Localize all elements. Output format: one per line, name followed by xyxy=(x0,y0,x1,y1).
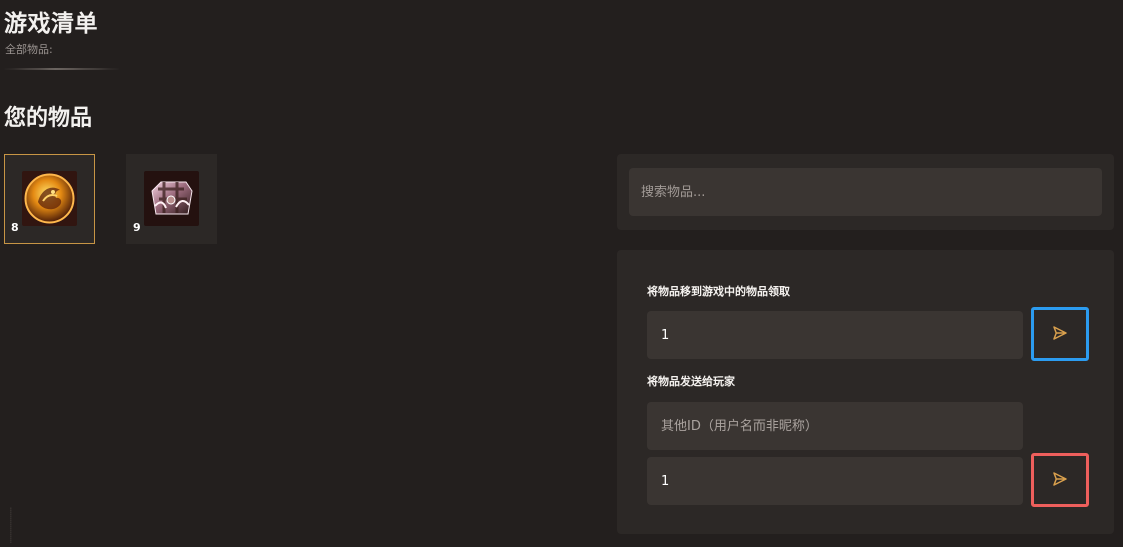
inventory-slot-chest[interactable]: 9 xyxy=(126,154,217,244)
header-divider xyxy=(4,68,119,70)
gold-dragon-medallion-icon xyxy=(22,171,77,226)
search-panel xyxy=(617,154,1114,230)
move-to-game-send-button[interactable] xyxy=(1031,307,1089,361)
player-id-input[interactable] xyxy=(647,402,1023,450)
transfer-panel: 将物品移到游戏中的物品领取 将物品发送给玩家 xyxy=(617,250,1114,534)
move-to-game-label: 将物品移到游戏中的物品领取 xyxy=(647,285,790,298)
your-items-heading: 您的物品 xyxy=(4,106,93,131)
send-icon xyxy=(1051,470,1069,491)
ornate-chest-icon xyxy=(144,171,199,226)
page-title: 游戏清单 xyxy=(4,11,98,37)
send-to-player-button[interactable] xyxy=(1031,453,1089,507)
item-count: 9 xyxy=(133,221,141,234)
inventory-slot-medallion[interactable]: 8 xyxy=(4,154,95,244)
page-subtitle: 全部物品: xyxy=(5,43,53,56)
send-quantity-input[interactable] xyxy=(647,457,1023,505)
send-icon xyxy=(1051,324,1069,345)
inventory-page: 游戏清单 全部物品: 您的物品 8 9 搜索物品... 将物品移到游戏中的物品领… xyxy=(0,0,1123,547)
move-quantity-input[interactable] xyxy=(647,311,1023,359)
send-to-player-label: 将物品发送给玩家 xyxy=(647,375,735,388)
edge-glyph-artifact: ⋮⋮⋮⋮⋮⋮ xyxy=(8,507,14,544)
item-count: 8 xyxy=(11,221,19,234)
search-input[interactable] xyxy=(629,168,1102,216)
